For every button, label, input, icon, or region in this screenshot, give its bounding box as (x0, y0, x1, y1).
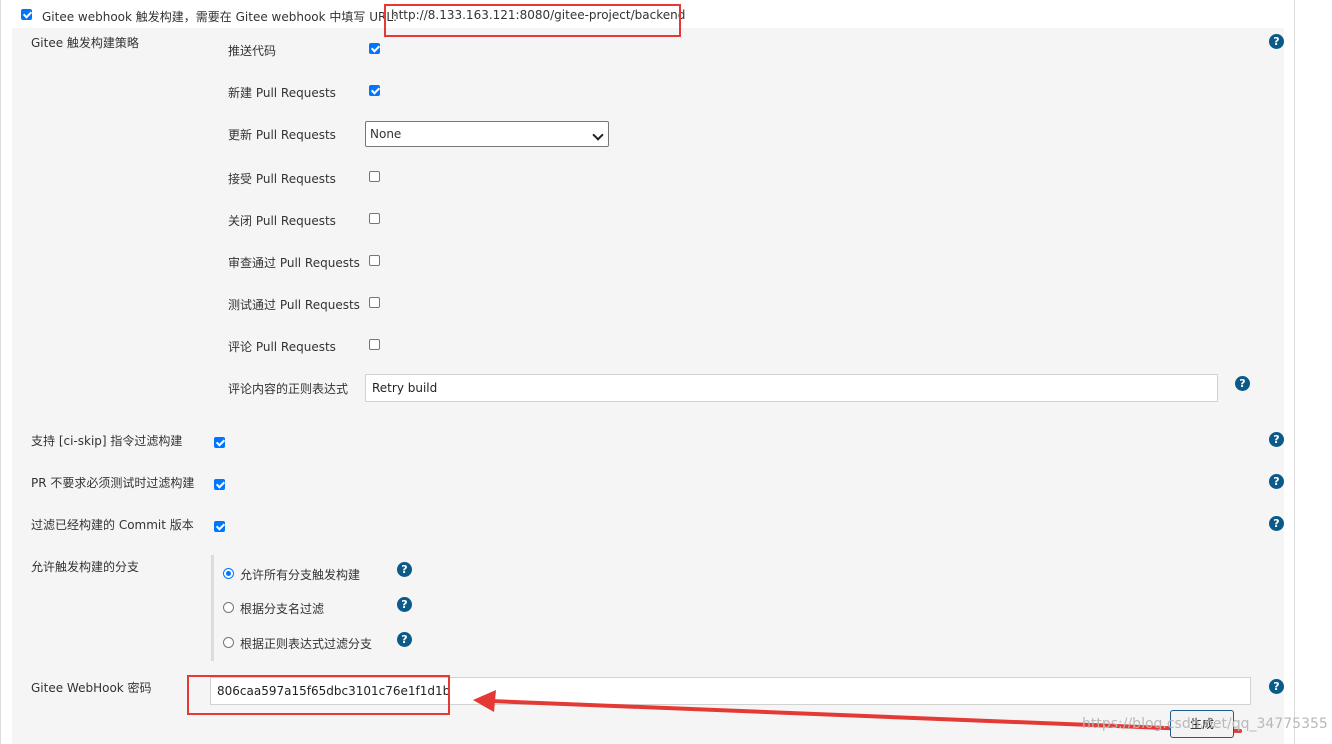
watermark: https://blog.csdn.net/qq_34775355 (1082, 716, 1328, 732)
annotation-arrow (473, 690, 1242, 733)
